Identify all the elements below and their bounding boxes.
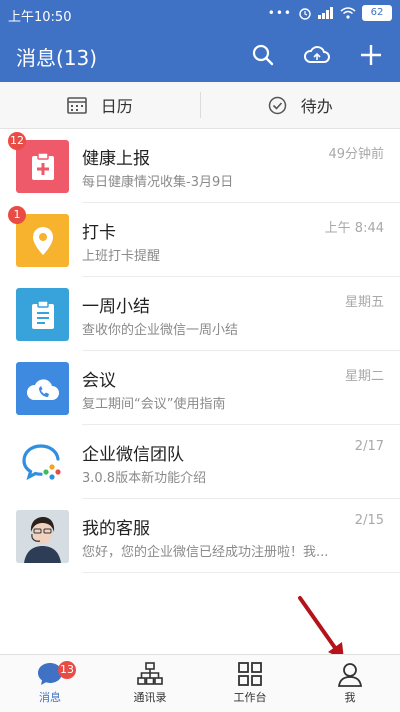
message-time: 星期五: [345, 291, 384, 310]
wifi-icon: [340, 7, 356, 19]
clipboard-plus-icon: [29, 152, 57, 182]
message-row-health-report[interactable]: 12 健康上报 每日健康情况收集-3月9日 49分钟前: [0, 129, 400, 203]
unread-badge: 12: [8, 132, 26, 150]
calendar-label: 日历: [101, 93, 133, 117]
alarm-icon: [298, 6, 312, 20]
message-name: 会议: [82, 366, 116, 391]
nav-messages[interactable]: 13 消息: [0, 655, 100, 712]
nav-label: 工作台: [234, 689, 267, 705]
message-name: 企业微信团队: [82, 440, 184, 465]
row-divider: [82, 572, 400, 573]
message-preview: 您好，您的企业微信已经成功注册啦！我...: [82, 541, 328, 560]
status-bar: 上午10:50 ••• 62: [0, 0, 400, 28]
plus-icon: [360, 44, 382, 66]
message-time: 2/15: [355, 513, 384, 528]
org-chart-icon: [136, 661, 164, 687]
status-icons: ••• 62: [268, 5, 392, 21]
message-time: 星期二: [345, 365, 384, 384]
message-row-meeting[interactable]: 会议 复工期间“会议”使用指南 星期二: [0, 351, 400, 425]
page-title: 消息(13): [16, 42, 97, 71]
message-time: 2/17: [355, 439, 384, 454]
unread-badge: 1: [8, 206, 26, 224]
weekly-summary-avatar: [16, 288, 69, 341]
message-name: 健康上报: [82, 144, 150, 169]
app-bar-actions: [248, 40, 386, 70]
wecom-logo-icon: [21, 443, 65, 483]
nav-unread-badge: 13: [58, 661, 76, 679]
message-time: 上午 8:44: [325, 217, 384, 236]
grid-icon: [237, 661, 263, 687]
checkin-avatar: 1: [16, 214, 69, 267]
message-name: 我的客服: [82, 514, 150, 539]
message-row-checkin[interactable]: 1 打卡 上班打卡提醒 上午 8:44: [0, 203, 400, 277]
cloud-button[interactable]: [302, 40, 332, 70]
signal-icon: [318, 7, 334, 19]
message-preview: 上班打卡提醒: [82, 245, 160, 264]
nav-label: 我: [345, 689, 356, 705]
check-circle-icon: [268, 96, 287, 115]
add-button[interactable]: [356, 40, 386, 70]
bottom-nav: 13 消息 通讯录 工作台 我: [0, 654, 400, 712]
todo-label: 待办: [301, 93, 333, 117]
wecom-team-avatar: [16, 436, 69, 489]
message-name: 打卡: [82, 218, 116, 243]
todo-button[interactable]: 待办: [201, 82, 400, 128]
search-button[interactable]: [248, 40, 278, 70]
message-name: 一周小结: [82, 292, 150, 317]
location-pin-icon: [31, 226, 55, 256]
health-report-avatar: 12: [16, 140, 69, 193]
message-row-weekly-summary[interactable]: 一周小结 查收你的企业微信一周小结 星期五: [0, 277, 400, 351]
message-row-customer-service[interactable]: 我的客服 您好，您的企业微信已经成功注册啦！我... 2/15: [0, 499, 400, 573]
message-preview: 复工期间“会议”使用指南: [82, 393, 225, 412]
customer-service-avatar: [16, 510, 69, 563]
app-bar: 消息(13): [0, 28, 400, 82]
clipboard-icon: [30, 300, 56, 330]
message-row-wecom-team[interactable]: 企业微信团队 3.0.8版本新功能介绍 2/17: [0, 425, 400, 499]
quick-bar: 日历 待办: [0, 82, 400, 129]
notification-dots-icon: •••: [268, 6, 292, 20]
meeting-avatar: [16, 362, 69, 415]
calendar-button[interactable]: 日历: [0, 82, 200, 128]
nav-me[interactable]: 我: [300, 655, 400, 712]
search-icon: [252, 44, 274, 66]
nav-workbench[interactable]: 工作台: [200, 655, 300, 712]
battery-icon: 62: [362, 5, 392, 21]
person-icon: [337, 661, 363, 687]
message-time: 49分钟前: [328, 143, 384, 162]
cloud-icon: [303, 44, 331, 66]
nav-label: 通讯录: [134, 689, 167, 705]
nav-contacts[interactable]: 通讯录: [100, 655, 200, 712]
message-preview: 每日健康情况收集-3月9日: [82, 171, 233, 190]
message-preview: 查收你的企业微信一周小结: [82, 319, 238, 338]
calendar-icon: [67, 96, 87, 114]
message-list: 12 健康上报 每日健康情况收集-3月9日 49分钟前 1 打卡 上班打卡提醒 …: [0, 129, 400, 573]
status-time: 上午10:50: [8, 6, 71, 25]
nav-label: 消息: [39, 689, 61, 705]
agent-photo-icon: [16, 510, 69, 563]
message-preview: 3.0.8版本新功能介绍: [82, 467, 206, 486]
cloud-phone-icon: [26, 376, 60, 402]
